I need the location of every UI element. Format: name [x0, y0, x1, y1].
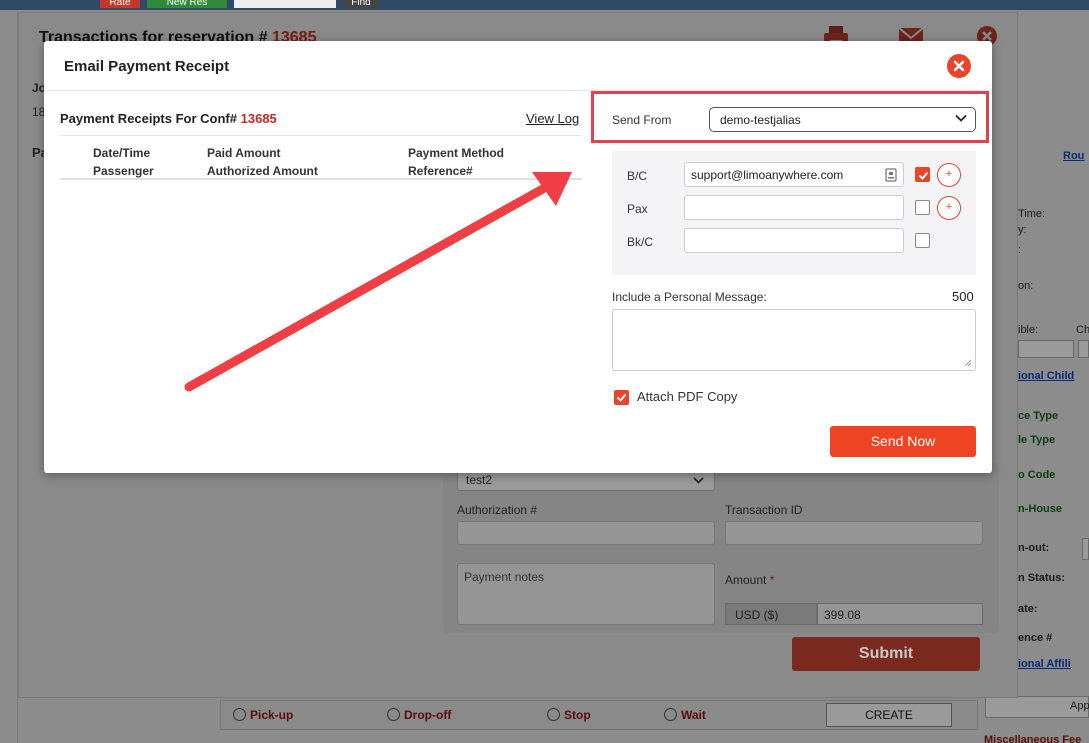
route-link[interactable]: Rou	[1063, 150, 1084, 162]
rp-input[interactable]	[1082, 538, 1089, 560]
stop-radio[interactable]: Stop	[547, 708, 591, 722]
bc-email-input[interactable]: support@limoanywhere.com	[684, 162, 904, 187]
rp-label: le Type	[1018, 434, 1056, 446]
email-receipt-modal: Email Payment Receipt Payment Receipts F…	[44, 41, 992, 473]
receipts-table-header: Date/Time Passenger Paid Amount Authoriz…	[60, 135, 582, 180]
currency-label: USD ($)	[725, 603, 817, 625]
rp-label: on:	[1018, 280, 1034, 292]
rp-label: Ch	[1076, 324, 1089, 336]
pax-checkbox[interactable]	[915, 200, 930, 215]
create-button[interactable]: CREATE	[826, 703, 952, 727]
column-header-line: Authorized Amount	[207, 164, 318, 178]
check-icon	[616, 393, 627, 402]
rate-button[interactable]: Rate	[100, 0, 140, 8]
send-from-value: demo-testjalias	[720, 113, 801, 127]
rp-label: y:	[1018, 224, 1027, 236]
send-from-label: Send From	[612, 113, 672, 127]
rp-label: Miscellaneous Fee	[984, 734, 1082, 743]
rp-label: n-out:	[1018, 542, 1050, 554]
attach-pdf-checkbox[interactable]	[614, 390, 629, 405]
bc-checkbox[interactable]	[915, 167, 930, 182]
rp-link[interactable]: ional Affili	[1018, 658, 1071, 670]
amount-input[interactable]: 399.08	[817, 603, 983, 625]
pax-add-button[interactable]: +	[937, 196, 961, 220]
transaction-id-input[interactable]	[725, 521, 983, 545]
chevron-down-icon	[955, 114, 967, 122]
column-header-line: Paid Amount	[207, 146, 281, 160]
rp-link[interactable]: ional Child	[1018, 370, 1074, 382]
column-header-line: Date/Time	[93, 146, 151, 160]
send-from-select[interactable]: demo-testjalias	[709, 107, 976, 132]
new-res-button[interactable]: New Res	[147, 0, 227, 8]
recipient-label-bkc: Bk/C	[627, 235, 654, 249]
column-header-line: Passenger	[93, 164, 154, 178]
top-toolbar: Rate New Res Find	[0, 0, 1089, 10]
message-char-count: 500	[952, 289, 974, 304]
find-button[interactable]: Find	[343, 0, 379, 8]
close-button[interactable]	[947, 54, 971, 78]
rp-label: ce Type	[1018, 410, 1059, 422]
dropoff-radio[interactable]: Drop-off	[387, 708, 451, 722]
authorization-input[interactable]	[457, 521, 715, 545]
view-log-link[interactable]: View Log	[526, 111, 579, 126]
check-icon	[918, 171, 929, 180]
personal-message-textarea[interactable]	[612, 309, 976, 371]
send-now-button[interactable]: Send Now	[830, 426, 976, 457]
rp-label: Time:	[1018, 208, 1046, 220]
column-header-method: Payment Method Reference#	[408, 144, 504, 180]
toolbar-search-input[interactable]	[234, 0, 336, 8]
column-header-datetime: Date/Time Passenger	[93, 144, 154, 180]
modal-header: Email Payment Receipt	[44, 41, 992, 91]
rp-label: ate:	[1018, 603, 1038, 615]
recipient-label-bc: B/C	[627, 169, 648, 183]
wait-radio[interactable]: Wait	[664, 708, 706, 722]
payment-notes-input[interactable]: Payment notes	[457, 563, 715, 625]
receipts-title: Payment Receipts For Conf# 13685	[60, 111, 277, 126]
rp-label: n Status:	[1018, 572, 1066, 584]
rp-select[interactable]	[1018, 340, 1074, 358]
bkc-email-input[interactable]	[684, 228, 904, 253]
right-side-panel: Rou Time: y: : on: ible: Ch ional Child …	[984, 10, 1089, 743]
transaction-id-label: Transaction ID	[725, 503, 803, 517]
stop-type-bar: Pick-up Drop-off Stop Wait CREATE	[220, 700, 978, 730]
payment-method-value: test2	[466, 473, 493, 487]
rp-label: ence #	[1018, 632, 1053, 644]
resize-handle-icon[interactable]	[964, 359, 972, 367]
payment-form: test2 Authorization # Transaction ID Pay…	[443, 463, 999, 633]
contact-card-icon[interactable]	[885, 168, 897, 182]
bc-email-value: support@limoanywhere.com	[691, 168, 844, 182]
conf-number: 13685	[240, 111, 277, 126]
required-mark: *	[769, 573, 775, 587]
amount-label-text: Amount	[725, 573, 767, 587]
rp-label: :	[1018, 244, 1022, 256]
column-header-line: Reference#	[408, 164, 473, 178]
bkc-checkbox[interactable]	[915, 233, 930, 248]
left-page-edge	[0, 10, 18, 743]
rp-label: o Code	[1018, 469, 1056, 481]
modal-title: Email Payment Receipt	[64, 58, 230, 75]
receipts-title-text: Payment Receipts For Conf#	[60, 111, 237, 126]
submit-button[interactable]: Submit	[792, 637, 980, 671]
rp-label: ible:	[1018, 324, 1039, 336]
rp-label: App	[1070, 700, 1089, 712]
column-header-line: Payment Method	[408, 146, 505, 160]
recipient-label-pax: Pax	[627, 202, 648, 216]
rp-label: n-House	[1018, 503, 1062, 515]
rp-select[interactable]	[1078, 340, 1089, 358]
message-label: Include a Personal Message:	[612, 290, 767, 304]
authorization-label: Authorization #	[457, 503, 538, 517]
chevron-down-icon	[693, 477, 704, 484]
amount-label: Amount *	[725, 573, 774, 587]
attach-pdf-label: Attach PDF Copy	[637, 389, 738, 404]
pax-email-input[interactable]	[684, 195, 904, 220]
column-header-amount: Paid Amount Authorized Amount	[207, 144, 318, 180]
bc-add-button[interactable]: +	[937, 163, 961, 187]
close-icon	[953, 60, 965, 72]
pickup-radio[interactable]: Pick-up	[233, 708, 293, 722]
